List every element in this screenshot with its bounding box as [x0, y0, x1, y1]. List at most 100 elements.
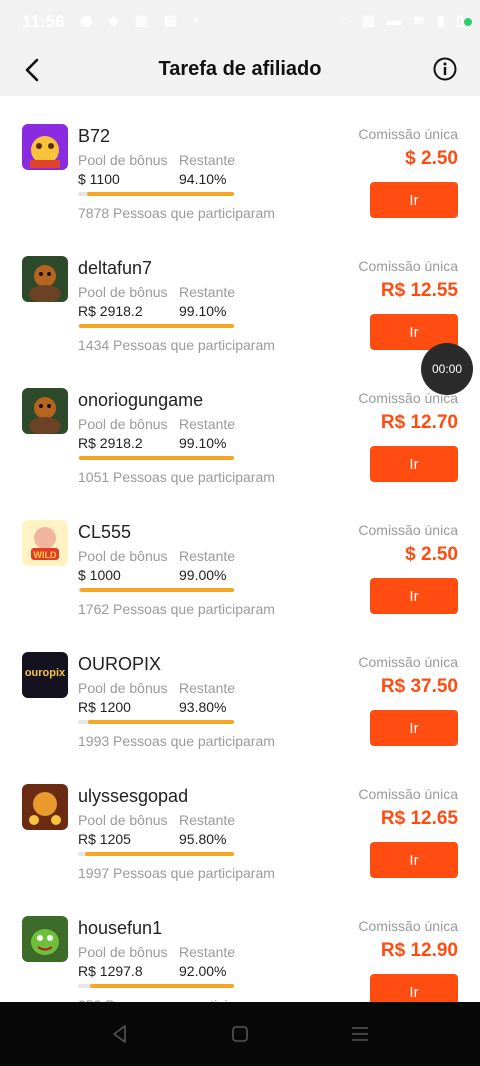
- commission-value: R$ 12.90: [380, 940, 458, 961]
- task-item[interactable]: B72 Pool de bônus Restante $ 1100 94.10% 7878…: [0, 96, 480, 228]
- remaining-label: Restante: [179, 944, 236, 960]
- task-item[interactable]: ouropix OUROPIX Pool de bônus Restante R$ 12…: [0, 624, 480, 756]
- info-icon[interactable]: [432, 56, 458, 82]
- app-name: B72: [78, 126, 111, 146]
- pool-value: $ 1100: [78, 171, 120, 187]
- task-item[interactable]: ulyssesgopad Pool de bônus Restante R$ 1205…: [0, 756, 480, 888]
- participants-count: 1051 Pessoas que participaram: [78, 469, 275, 485]
- system-icons: ◌ ▥ ▬ ≋ ▮ ▯: [341, 12, 468, 28]
- pool-label: Pool de bônus: [78, 812, 168, 828]
- pool-label: Pool de bônus: [78, 416, 168, 432]
- commission-value: $ 2.50: [405, 544, 458, 565]
- notification-icons: ◉ ◆ ▣ ▤ •: [80, 12, 204, 28]
- svg-text:WILD: WILD: [34, 550, 57, 560]
- go-button[interactable]: Ir: [370, 842, 458, 878]
- commission-label: Comissão única: [358, 258, 458, 274]
- remaining-label: Restante: [179, 680, 236, 696]
- pool-label: Pool de bônus: [78, 944, 168, 960]
- remaining-value: 99.10%: [179, 303, 227, 319]
- logo-text: ouropix: [24, 667, 66, 679]
- task-item[interactable]: deltafun7 Pool de bônus Restante R$ 2918.2 9…: [0, 228, 480, 360]
- remaining-value: 93.80%: [179, 699, 227, 715]
- go-button[interactable]: Ir: [370, 710, 458, 746]
- participants-count: 1762 Pessoas que participaram: [78, 601, 275, 617]
- pool-label: Pool de bônus: [78, 548, 168, 564]
- commission-label: Comissão única: [358, 786, 458, 802]
- progress-fill: [79, 456, 234, 460]
- system-nav-bar: [0, 1002, 480, 1066]
- participants-count: 1993 Pessoas que participaram: [78, 733, 275, 749]
- affiliate-task-list[interactable]: B72 Pool de bônus Restante $ 1100 94.10% 7878…: [0, 96, 480, 1002]
- remaining-label: Restante: [179, 548, 236, 564]
- commission-value: $ 2.50: [405, 148, 458, 169]
- floating-timer[interactable]: 00:00: [421, 343, 473, 395]
- task-item[interactable]: onoriogungame Pool de bônus Restante R$ 291…: [0, 360, 480, 492]
- app-name: OUROPIX: [78, 654, 162, 674]
- go-button[interactable]: Ir: [370, 578, 458, 614]
- remaining-progress-bar: [78, 852, 234, 856]
- app-logo-icon: WILD: [22, 520, 68, 566]
- progress-fill: [87, 192, 234, 196]
- pool-label: Pool de bônus: [78, 680, 168, 696]
- remaining-value: 92.00%: [179, 963, 227, 979]
- commission-label: Comissão única: [358, 654, 458, 670]
- remaining-progress-bar: [78, 324, 234, 328]
- commission-value: R$ 12.55: [380, 280, 458, 301]
- nav-home-icon[interactable]: [228, 1022, 252, 1046]
- go-button[interactable]: Ir: [370, 182, 458, 218]
- participants-count: 1997 Pessoas que participaram: [78, 865, 275, 881]
- pool-label: Pool de bônus: [78, 284, 168, 300]
- remaining-label: Restante: [179, 152, 236, 168]
- commission-label: Comissão única: [358, 522, 458, 538]
- commission-value: R$ 12.70: [380, 412, 458, 433]
- app-logo-icon: [22, 916, 68, 962]
- app-name: ulyssesgopad: [78, 786, 189, 806]
- pool-value: R$ 1297.8: [78, 963, 143, 979]
- pool-value: $ 1000: [78, 567, 121, 583]
- app-name: deltafun7: [78, 258, 153, 278]
- app-bar: Tarefa de afiliado: [0, 44, 480, 96]
- nav-back-icon[interactable]: [108, 1022, 132, 1046]
- go-button[interactable]: Ir: [370, 446, 458, 482]
- app-logo-icon: [22, 388, 68, 434]
- pool-value: R$ 1205: [78, 831, 131, 847]
- commission-label: Comissão única: [358, 126, 458, 142]
- progress-fill: [84, 852, 234, 856]
- remaining-label: Restante: [179, 284, 236, 300]
- remaining-value: 95.80%: [179, 831, 227, 847]
- remaining-progress-bar: [78, 456, 234, 460]
- remaining-progress-bar: [78, 984, 234, 988]
- remaining-progress-bar: [78, 192, 234, 196]
- status-dot-icon: [464, 18, 472, 26]
- app-logo-icon: ouropix: [22, 652, 68, 698]
- remaining-value: 94.10%: [179, 171, 227, 187]
- pool-label: Pool de bônus: [78, 152, 168, 168]
- status-time: 11:56: [22, 12, 65, 31]
- app-name: housefun1: [78, 918, 163, 938]
- task-item[interactable]: WILD CL555 Pool de bônus Restante $ 1000 99.0…: [0, 492, 480, 624]
- app-logo-icon: [22, 784, 68, 830]
- commission-value: R$ 12.65: [380, 808, 458, 829]
- task-item[interactable]: housefun1 Pool de bônus Restante R$ 1297.8 9…: [0, 888, 480, 1002]
- nav-menu-icon[interactable]: [348, 1022, 372, 1046]
- progress-fill: [79, 588, 234, 592]
- remaining-value: 99.10%: [179, 435, 227, 451]
- page-title: Tarefa de afiliado: [158, 58, 322, 80]
- remaining-label: Restante: [179, 416, 236, 432]
- progress-fill: [79, 324, 234, 328]
- app-logo-icon: [22, 124, 68, 170]
- commission-value: R$ 37.50: [380, 676, 458, 697]
- app-name: onoriogungame: [78, 390, 204, 410]
- app-logo-icon: [22, 256, 68, 302]
- remaining-label: Restante: [179, 812, 236, 828]
- pool-value: R$ 1200: [78, 699, 131, 715]
- pool-value: R$ 2918.2: [78, 303, 143, 319]
- remaining-progress-bar: [78, 720, 234, 724]
- participants-count: 7878 Pessoas que participaram: [78, 205, 275, 221]
- remaining-value: 99.00%: [179, 567, 227, 583]
- progress-fill: [87, 720, 234, 724]
- participants-count: 1434 Pessoas que participaram: [78, 337, 275, 353]
- pool-value: R$ 2918.2: [78, 435, 143, 451]
- status-bar: 11:56 ◉ ◆ ▣ ▤ • ◌ ▥ ▬ ≋ ▮ ▯: [0, 0, 480, 44]
- go-button[interactable]: Ir: [370, 974, 458, 1002]
